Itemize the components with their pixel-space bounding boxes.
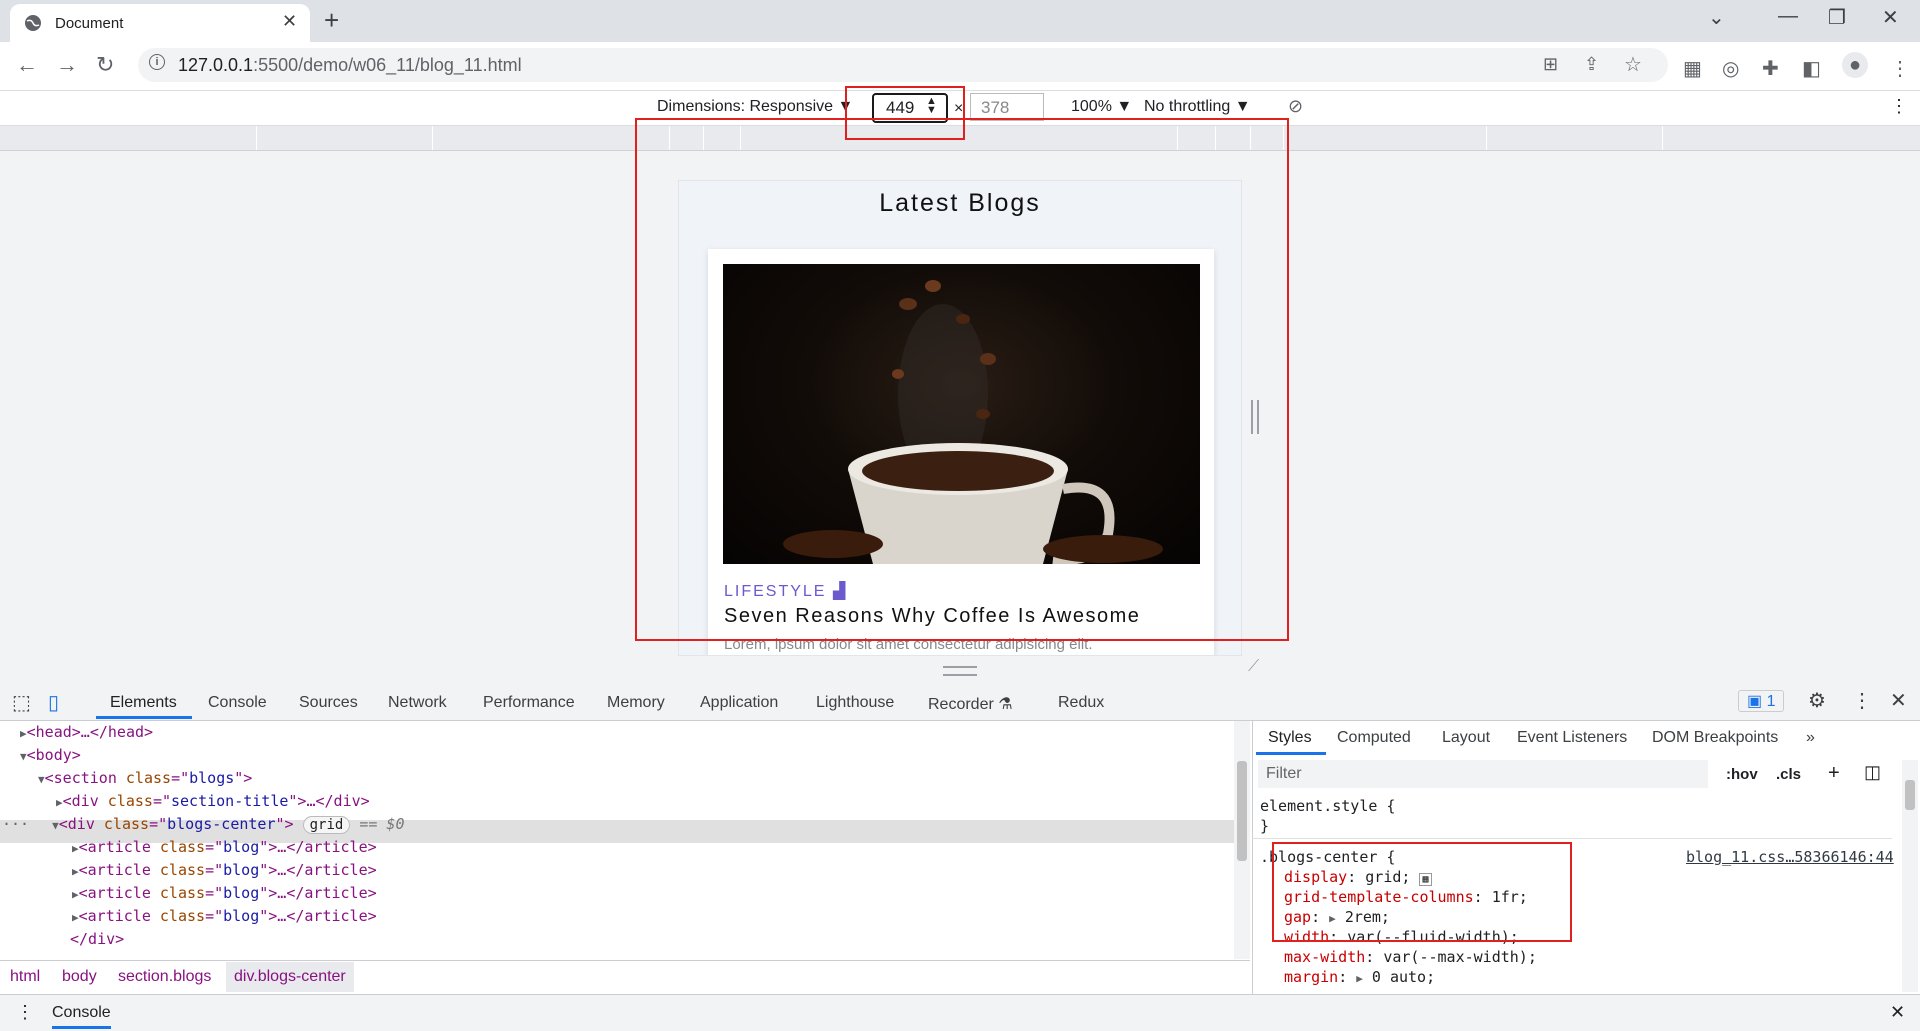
window-close-icon[interactable]: ✕ bbox=[1882, 5, 1899, 30]
flask-icon: ⚗ bbox=[998, 696, 1013, 713]
styles-tab-indicator bbox=[1256, 752, 1326, 755]
tab-lighthouse[interactable]: Lighthouse bbox=[816, 694, 894, 712]
height-input[interactable]: 378 bbox=[970, 93, 1044, 121]
tab-event-listeners[interactable]: Event Listeners bbox=[1517, 729, 1627, 747]
dom-node-section[interactable]: ▼<section class="blogs"> bbox=[38, 767, 252, 790]
tab-styles[interactable]: Styles bbox=[1268, 729, 1312, 747]
rule-property-max-width[interactable]: max-width: var(--max-width); bbox=[1284, 948, 1537, 966]
issues-badge[interactable]: ▣ 1 bbox=[1738, 690, 1785, 712]
breadcrumb-section[interactable]: section.blogs bbox=[118, 968, 211, 986]
new-rule-icon[interactable]: + bbox=[1828, 762, 1840, 785]
dom-node-body[interactable]: ▼<body> bbox=[20, 744, 81, 767]
minimize-icon[interactable]: — bbox=[1778, 5, 1798, 28]
tab-elements[interactable]: Elements bbox=[110, 694, 177, 712]
tab-search-icon[interactable]: ⌄ bbox=[1708, 5, 1725, 30]
dom-node-article[interactable]: ▶<article class="blog">…</article> bbox=[72, 836, 377, 859]
settings-gear-icon[interactable]: ⚙ bbox=[1808, 688, 1826, 713]
dimensions-dropdown[interactable]: Dimensions: Responsive ▼ bbox=[657, 98, 853, 116]
new-tab-button[interactable]: + bbox=[324, 5, 339, 36]
dom-node-blogs-center[interactable]: ··· ▼<div class="blogs-center"> grid == … bbox=[2, 813, 405, 836]
tab-memory[interactable]: Memory bbox=[607, 694, 665, 712]
restore-icon[interactable]: ❐ bbox=[1828, 5, 1846, 30]
tab-console[interactable]: Console bbox=[208, 694, 267, 712]
rule-property-margin[interactable]: margin: ▶ 0 auto; bbox=[1284, 968, 1435, 986]
browser-tab[interactable]: Document ✕ bbox=[10, 4, 310, 42]
tab-performance[interactable]: Performance bbox=[483, 694, 575, 712]
tab-computed[interactable]: Computed bbox=[1337, 729, 1411, 747]
styles-filter-input[interactable]: Filter bbox=[1258, 760, 1708, 788]
dom-node-article[interactable]: ▶<article class="blog">…</article> bbox=[72, 905, 377, 928]
throttling-dropdown[interactable]: No throttling ▼ bbox=[1144, 98, 1251, 116]
forward-icon[interactable]: → bbox=[56, 52, 78, 78]
url-text[interactable]: 127.0.0.1:5500/demo/w06_11/blog_11.html bbox=[178, 55, 522, 76]
console-drawer bbox=[0, 994, 1920, 1031]
bottom-resize-handle[interactable] bbox=[943, 666, 977, 676]
translate-icon[interactable]: ⊞ bbox=[1543, 54, 1558, 75]
zoom-dropdown[interactable]: 100% ▼ bbox=[1071, 98, 1132, 116]
puzzle-icon[interactable]: ✚ bbox=[1762, 56, 1779, 81]
media-query-segment[interactable] bbox=[432, 126, 433, 150]
devtools-close-icon[interactable]: ✕ bbox=[1890, 688, 1907, 713]
drawer-menu-icon[interactable]: ⋮ bbox=[16, 1002, 34, 1023]
scrollbar-thumb[interactable] bbox=[1237, 761, 1247, 861]
tab-sources[interactable]: Sources bbox=[299, 694, 358, 712]
element-style-selector[interactable]: element.style { bbox=[1260, 797, 1395, 815]
scrollbar-thumb[interactable] bbox=[1905, 780, 1915, 810]
drawer-close-icon[interactable]: ✕ bbox=[1890, 1002, 1905, 1023]
hov-toggle[interactable]: :hov bbox=[1726, 766, 1758, 783]
dom-node-section-title[interactable]: ▶<div class="section-title">…</div> bbox=[56, 790, 370, 813]
element-style-close: } bbox=[1260, 817, 1270, 835]
more-tabs-icon[interactable]: » bbox=[1806, 729, 1815, 747]
tab-application[interactable]: Application bbox=[700, 694, 778, 712]
grid-badge[interactable]: grid bbox=[302, 816, 351, 834]
tab-recorder[interactable]: Recorder ⚗ bbox=[928, 694, 1013, 714]
globe-icon bbox=[25, 15, 41, 31]
bookmark-star-icon[interactable]: ☆ bbox=[1624, 52, 1642, 77]
devtools-menu-icon[interactable]: ⋮ bbox=[1852, 688, 1872, 713]
breadcrumb-body[interactable]: body bbox=[62, 968, 97, 986]
dom-node-article[interactable]: ▶<article class="blog">…</article> bbox=[72, 882, 377, 905]
site-info-icon[interactable]: i bbox=[149, 54, 165, 70]
drawer-tab-console[interactable]: Console bbox=[52, 1004, 111, 1029]
styles-scrollbar[interactable] bbox=[1902, 760, 1918, 992]
back-icon[interactable]: ← bbox=[16, 52, 38, 78]
dom-scrollbar[interactable] bbox=[1234, 721, 1250, 959]
profile-avatar[interactable]: ● bbox=[1842, 52, 1868, 78]
tab-network[interactable]: Network bbox=[388, 694, 447, 712]
media-query-segment[interactable] bbox=[1662, 126, 1663, 150]
rule-source-link[interactable]: blog_11.css…58366146:44 bbox=[1686, 848, 1894, 866]
rotate-icon[interactable]: ⊘ bbox=[1288, 96, 1303, 117]
tab-dom-breakpoints[interactable]: DOM Breakpoints bbox=[1652, 729, 1778, 747]
dom-node-close-div[interactable]: </div> bbox=[70, 928, 124, 951]
computed-sidebar-icon[interactable]: ◫ bbox=[1864, 762, 1881, 783]
breadcrumb-div[interactable]: div.blogs-center bbox=[226, 962, 354, 992]
device-toggle-icon[interactable]: ▯ bbox=[48, 690, 59, 715]
side-panel-icon[interactable]: ◧ bbox=[1802, 56, 1821, 81]
address-bar[interactable]: i 127.0.0.1:5500/demo/w06_11/blog_11.htm… bbox=[138, 48, 1668, 82]
extension-icon[interactable]: ◎ bbox=[1722, 56, 1739, 81]
device-menu-icon[interactable]: ⋮ bbox=[1890, 96, 1908, 117]
dom-tree[interactable]: ▶<head>…</head> ▼<body> ▼<section class=… bbox=[0, 721, 1234, 959]
tab-redux[interactable]: Redux bbox=[1058, 694, 1104, 712]
extension-icon[interactable]: ▦ bbox=[1683, 56, 1702, 81]
menu-kebab-icon[interactable]: ⋮ bbox=[1890, 56, 1910, 81]
breadcrumb-html[interactable]: html bbox=[10, 968, 40, 986]
highlight-box-width bbox=[845, 86, 965, 140]
dom-node-head[interactable]: ▶<head>…</head> bbox=[20, 721, 153, 744]
media-query-segment[interactable] bbox=[256, 126, 257, 150]
tab-title: Document bbox=[55, 15, 124, 32]
cls-toggle[interactable]: .cls bbox=[1776, 766, 1801, 783]
highlight-box-styles bbox=[1272, 842, 1572, 942]
share-icon[interactable]: ⇪ bbox=[1584, 54, 1599, 75]
rule-divider bbox=[1252, 838, 1892, 839]
active-tab-indicator bbox=[96, 716, 192, 719]
tab-close-icon[interactable]: ✕ bbox=[282, 11, 297, 32]
highlight-box-viewport bbox=[635, 118, 1289, 641]
media-query-segment[interactable] bbox=[1486, 126, 1487, 150]
inspect-element-icon[interactable]: ⬚ bbox=[12, 690, 31, 715]
corner-resize-handle[interactable]: ⟋ bbox=[1248, 658, 1259, 676]
dom-node-article[interactable]: ▶<article class="blog">…</article> bbox=[72, 859, 377, 882]
reload-icon[interactable]: ↻ bbox=[96, 52, 114, 78]
tab-layout[interactable]: Layout bbox=[1442, 729, 1490, 747]
